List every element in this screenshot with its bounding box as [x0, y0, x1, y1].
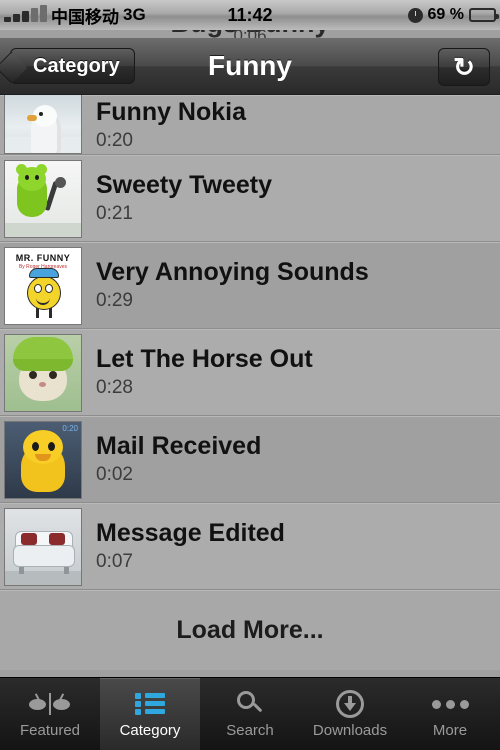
list-item-title: Let The Horse Out [96, 344, 313, 373]
list-row[interactable]: Funny Nokia 0:20 [0, 95, 500, 155]
tab-downloads-label: Downloads [312, 722, 388, 739]
list-item-thumbnail [4, 333, 82, 412]
load-more-button[interactable]: Load More... [0, 590, 500, 669]
list-item-duration: 0:20 [96, 130, 133, 151]
tab-more-label: More [432, 722, 468, 739]
app-screen: Bugs Bunny 0:06 中国移动 3G 11:42 69 % Categ… [0, 0, 500, 750]
list-item-title: Funny Nokia [96, 98, 247, 126]
list-item-text: Message Edited 0:07 [96, 519, 285, 575]
list-item-thumbnail [4, 159, 82, 238]
status-bar-right: 69 % [407, 6, 499, 24]
list-item-duration: 0:29 [96, 289, 133, 311]
featured-icon [28, 689, 72, 719]
thumbnail-caption-line1: MR. FUNNY [15, 252, 71, 263]
thumbnail-badge: 0:20 [62, 423, 78, 433]
category-list-icon [135, 689, 165, 719]
back-button[interactable]: Category [10, 48, 135, 84]
list-item-thumbnail: 0:20 [4, 420, 82, 499]
list-row[interactable]: Message Edited 0:07 [0, 503, 500, 590]
list-item-text: Very Annoying Sounds 0:29 [96, 258, 369, 314]
downloads-icon [336, 689, 364, 719]
list-item-duration: 0:21 [96, 202, 133, 224]
status-bar: 中国移动 3G 11:42 69 % [0, 0, 500, 30]
load-more-label: Load More... [176, 615, 324, 644]
page-title: Funny [208, 50, 292, 81]
alarm-clock-icon [407, 7, 423, 23]
tab-search-label: Search [226, 722, 274, 739]
list-row[interactable]: MR. FUNNY By Roger Hargreaves Very Annoy… [0, 242, 500, 329]
list-row[interactable]: Sweety Tweety 0:21 [0, 155, 500, 242]
list-item-text: Sweety Tweety 0:21 [96, 171, 272, 227]
tab-featured-label: Featured [19, 722, 81, 739]
signal-bars-icon [4, 5, 47, 22]
tab-category-label: Category [119, 722, 181, 739]
more-dots-icon [431, 689, 469, 719]
tab-search[interactable]: Search [200, 678, 300, 750]
list-row[interactable]: Let The Horse Out 0:28 [0, 329, 500, 416]
list-item-title: Mail Received [96, 431, 262, 460]
list-item-text: Funny Nokia 0:20 [96, 98, 246, 154]
tab-bar: Featured Category Search Downloads More [0, 677, 500, 750]
list-item-title: Sweety Tweety [96, 170, 273, 199]
carrier-label: 中国移动 [51, 7, 119, 27]
battery-percent-label: 69 % [427, 6, 464, 23]
list-item-duration: 0:28 [96, 376, 133, 398]
list-item-duration: 0:02 [96, 463, 133, 485]
network-type-label: 3G [123, 5, 146, 24]
tab-category[interactable]: Category [100, 678, 200, 750]
tab-more[interactable]: More [400, 678, 500, 750]
list-item-thumbnail: MR. FUNNY By Roger Hargreaves [4, 246, 82, 325]
refresh-icon: ↻ [453, 52, 475, 82]
list-item-thumbnail [4, 507, 82, 586]
tab-downloads[interactable]: Downloads [300, 678, 400, 750]
search-icon [237, 689, 263, 719]
status-bar-left: 中国移动 3G [0, 3, 146, 28]
refresh-button[interactable]: ↻ [438, 48, 490, 86]
navigation-bar: Category Funny ↻ [0, 38, 500, 95]
list-item-title: Message Edited [96, 518, 285, 547]
tab-featured[interactable]: Featured [0, 678, 100, 750]
back-button-label: Category [33, 54, 120, 77]
list-item-text: Let The Horse Out 0:28 [96, 345, 313, 401]
list-item-duration: 0:07 [96, 550, 133, 572]
list-row[interactable]: 0:20 Mail Received 0:02 [0, 416, 500, 503]
battery-icon [469, 8, 499, 22]
sound-list[interactable]: Funny Nokia 0:20 Sweety Tweety 0:21 MR. … [0, 95, 500, 670]
list-item-title: Very Annoying Sounds [96, 257, 369, 286]
list-item-text: Mail Received 0:02 [96, 432, 261, 488]
list-item-thumbnail [4, 95, 82, 154]
